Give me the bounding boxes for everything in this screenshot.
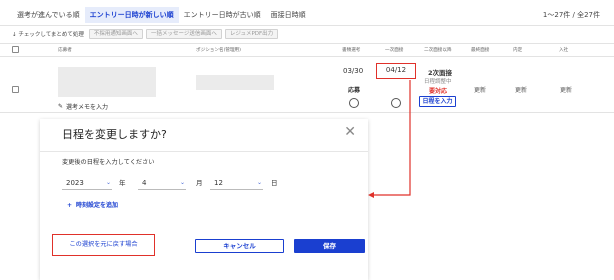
divider (40, 151, 368, 152)
year-unit: 年 (119, 179, 126, 187)
plus-icon: + (67, 202, 73, 209)
reschedule-dialog: 日程を変更しますか? ✕ 変更後の日程を入力してください 2023 ⌄ 年 4 … (40, 119, 368, 280)
day-unit: 日 (271, 179, 278, 187)
month-unit: 月 (196, 179, 203, 187)
add-time-setting-link[interactable]: + 時刻設定を追加 (67, 200, 118, 209)
save-button[interactable]: 保存 (294, 239, 365, 253)
dialog-title: 日程を変更しますか? (62, 128, 167, 141)
year-select[interactable]: 2023 ⌄ (62, 177, 112, 190)
dialog-prompt: 変更後の日程を入力してください (62, 159, 155, 166)
cancel-button[interactable]: キャンセル (195, 239, 284, 253)
day-select[interactable]: 12 ⌄ (210, 177, 263, 190)
close-icon[interactable]: ✕ (344, 124, 356, 140)
chevron-down-icon: ⌄ (179, 179, 185, 186)
month-select[interactable]: 4 ⌄ (138, 177, 186, 190)
revert-selection-link[interactable]: この選択を元に戻す場合 (52, 234, 155, 256)
chevron-down-icon: ⌄ (105, 179, 111, 186)
chevron-down-icon: ⌄ (256, 179, 262, 186)
